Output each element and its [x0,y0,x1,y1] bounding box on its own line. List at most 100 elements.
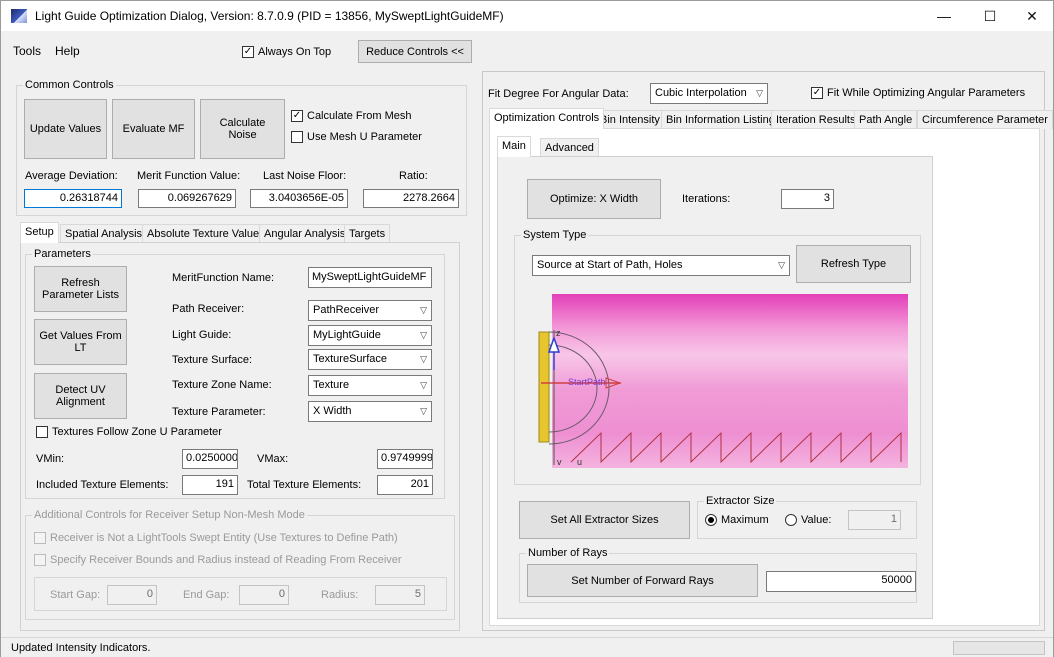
tab-bin-intensity[interactable]: Bin Intensity [595,110,665,129]
fit-while-optimizing-label: Fit While Optimizing Angular Parameters [827,87,1026,99]
path-receiver-select[interactable]: PathReceiver ▽ [308,300,432,321]
status-bar: Updated Intensity Indicators. [1,637,1053,657]
subtab-advanced[interactable]: Advanced [540,138,599,157]
minimize-button[interactable]: — [921,1,967,31]
textures-follow-zone-checkbox[interactable] [36,426,48,438]
last-noise-floor-label: Last Noise Floor: [263,170,347,182]
vmin-field[interactable]: 0.0250000 [182,449,238,469]
status-text: Updated Intensity Indicators. [11,642,151,654]
tab-bin-information-listing[interactable]: Bin Information Listing [661,110,780,129]
radius-field[interactable]: 5 [375,585,425,605]
evaluate-mf-button[interactable]: Evaluate MF [112,99,195,159]
end-gap-field[interactable]: 0 [239,585,289,605]
light-guide-value: MyLightGuide [313,329,381,341]
calculate-from-mesh-label: Calculate From Mesh [307,110,412,122]
tab-optimization-controls[interactable]: Optimization Controls [489,108,605,129]
v-axis-label: v [557,457,562,467]
menu-bar: Tools Help ✓ Always On Top Reduce Contro… [1,31,1053,67]
tab-iteration-results[interactable]: Iteration Results [771,110,861,129]
number-of-rays-title: Number of Rays [526,547,610,559]
start-gap-label: Start Gap: [50,589,101,601]
z-axis-label: z [556,328,561,338]
merit-function-value-field[interactable]: 0.069267629 [138,189,236,208]
close-button[interactable]: ✕ [1009,1,1054,31]
receiver-not-swept-label: Receiver is Not a LightTools Swept Entit… [50,532,398,544]
tab-absolute-texture-value[interactable]: Absolute Texture Value [142,224,265,243]
iterations-field[interactable]: 3 [781,189,834,209]
receiver-not-swept-checkbox[interactable] [34,532,46,544]
merit-function-value-label: Merit Function Value: [137,170,241,182]
maximum-radio[interactable] [705,514,717,526]
texture-zone-value: Texture [313,379,350,391]
refresh-type-button[interactable]: Refresh Type [796,245,911,283]
texture-surface-select[interactable]: TextureSurface ▽ [308,349,432,370]
calculate-noise-button[interactable]: Calculate Noise [200,99,285,159]
menu-help[interactable]: Help [55,44,80,58]
tab-spatial-analysis[interactable]: Spatial Analysis [60,224,148,243]
last-noise-floor-field[interactable]: 3.0403656E-05 [250,189,348,208]
light-guide-label: Light Guide: [172,329,232,341]
chevron-down-icon: ▽ [420,354,427,364]
radius-label: Radius: [321,589,359,601]
forward-rays-field[interactable]: 50000 [766,571,916,592]
tab-angular-analysis[interactable]: Angular Analysis [259,224,351,243]
always-on-top-label: Always On Top [258,46,332,58]
texture-surface-value: TextureSurface [313,353,387,365]
tab-circumference-parameter[interactable]: Circumference Parameter [917,110,1053,129]
vmax-field[interactable]: 0.9749999 [377,449,433,469]
refresh-parameter-lists-button[interactable]: Refresh Parameter Lists [34,266,127,312]
average-deviation-field[interactable]: 0.26318744 [24,189,122,208]
texture-parameter-value: X Width [313,405,352,417]
main-window: Light Guide Optimization Dialog, Version… [0,0,1054,657]
total-texture-elements-label: Total Texture Elements: [247,479,362,491]
app-icon [11,9,27,23]
ratio-field[interactable]: 2278.2664 [363,189,459,208]
chevron-down-icon: ▽ [420,380,427,390]
tab-path-angle[interactable]: Path Angle [854,110,918,129]
calculate-from-mesh-checkbox[interactable]: ✓ [291,110,303,122]
source-bar [538,331,550,443]
parameters-title: Parameters [32,248,93,260]
value-radio[interactable] [785,514,797,526]
specify-bounds-label: Specify Receiver Bounds and Radius inste… [50,554,402,566]
set-all-extractor-sizes-button[interactable]: Set All Extractor Sizes [519,501,690,539]
system-type-select[interactable]: Source at Start of Path, Holes ▽ [532,255,790,276]
chevron-down-icon: ▽ [756,88,763,98]
texture-zone-name-select[interactable]: Texture ▽ [308,375,432,396]
reduce-controls-button[interactable]: Reduce Controls << [358,40,472,63]
fit-degree-select[interactable]: Cubic Interpolation ▽ [650,83,768,104]
update-values-button[interactable]: Update Values [24,99,107,159]
additional-controls-title: Additional Controls for Receiver Setup N… [32,509,307,521]
extractor-value-field[interactable]: 1 [848,510,901,530]
included-texture-elements-field[interactable]: 191 [182,475,238,495]
vmin-label: VMin: [36,453,65,465]
fit-degree-label: Fit Degree For Angular Data: [488,88,629,100]
average-deviation-label: Average Deviation: [25,170,118,182]
light-guide-diagram: z StartPath v u [538,294,908,468]
specify-bounds-checkbox[interactable] [34,554,46,566]
start-gap-field[interactable]: 0 [107,585,157,605]
set-number-of-forward-rays-button[interactable]: Set Number of Forward Rays [527,564,758,597]
subtab-main[interactable]: Main [497,136,531,157]
use-mesh-u-checkbox[interactable] [291,131,303,143]
menu-tools[interactable]: Tools [13,44,41,58]
optimize-button[interactable]: Optimize: X Width [527,179,661,219]
total-texture-elements-field[interactable]: 201 [377,475,433,495]
merit-function-name-field[interactable]: MySweptLightGuideMF [308,267,432,288]
fit-degree-value: Cubic Interpolation [655,87,747,99]
get-values-from-lt-button[interactable]: Get Values From LT [34,319,127,365]
chevron-down-icon: ▽ [420,406,427,416]
texture-parameter-select[interactable]: X Width ▽ [308,401,432,422]
fit-while-optimizing-checkbox[interactable]: ✓ [811,87,823,99]
start-path-label: StartPath [568,377,606,387]
always-on-top-checkbox[interactable]: ✓ [242,46,254,58]
tab-targets[interactable]: Targets [344,224,391,243]
window-title: Light Guide Optimization Dialog, Version… [35,9,504,23]
maximize-button[interactable]: ☐ [967,1,1013,31]
title-bar: Light Guide Optimization Dialog, Version… [1,1,1053,31]
light-guide-select[interactable]: MyLightGuide ▽ [308,325,432,346]
tab-setup[interactable]: Setup [20,222,59,243]
chevron-down-icon: ▽ [420,330,427,340]
detect-uv-alignment-button[interactable]: Detect UV Alignment [34,373,127,419]
texture-parameter-label: Texture Parameter: [172,406,266,418]
